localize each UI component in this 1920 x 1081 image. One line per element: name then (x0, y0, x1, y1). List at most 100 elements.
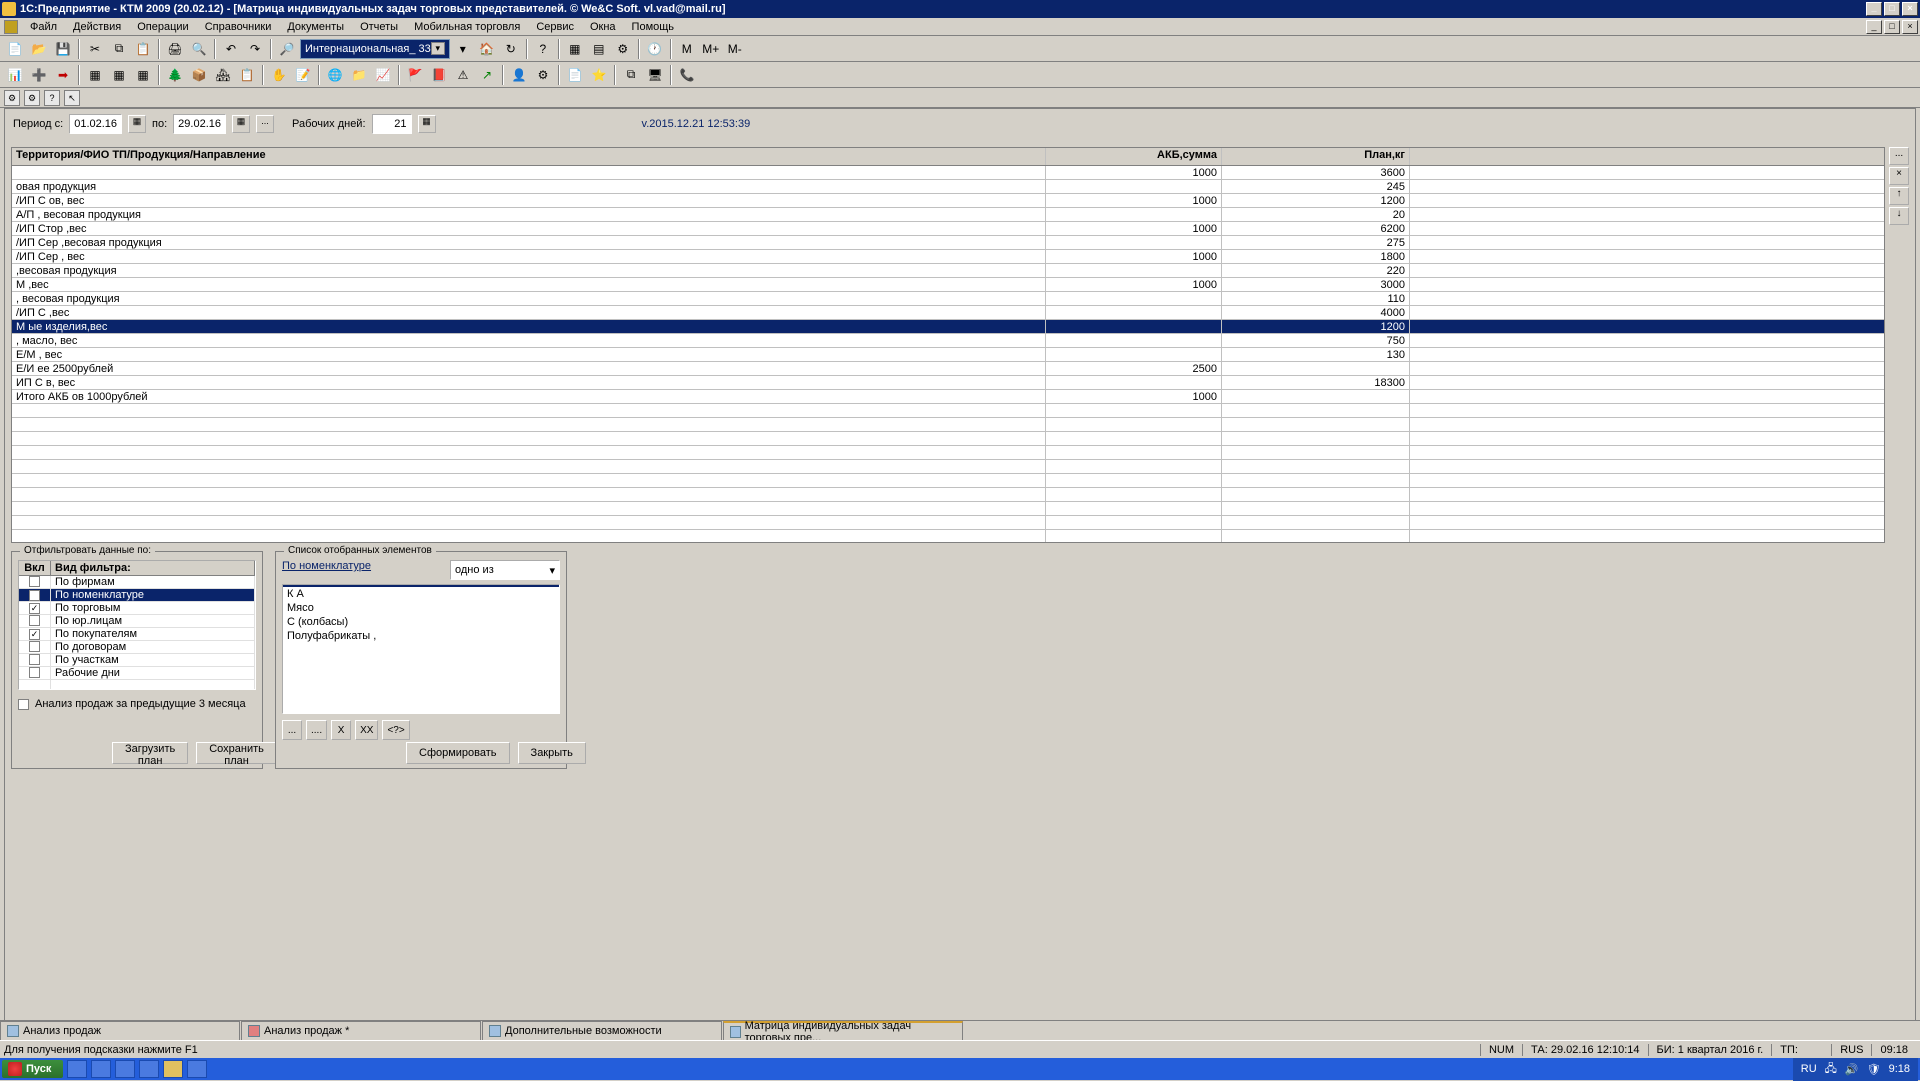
filter-row[interactable]: Рабочие дни (19, 667, 255, 680)
filter-row[interactable]: По юр.лицам (19, 615, 255, 628)
gear2-icon[interactable]: ⚙ (532, 64, 554, 86)
settings-icon[interactable]: ⚙ (612, 38, 634, 60)
report3-icon[interactable]: ➡ (52, 64, 74, 86)
m-button[interactable]: M (676, 38, 698, 60)
new-icon[interactable]: 📄 (4, 38, 26, 60)
user-icon[interactable]: 👤 (508, 64, 530, 86)
note-icon[interactable]: 📝 (292, 64, 314, 86)
doc-tab[interactable]: Матрица индивидуальных задач торговых пр… (723, 1021, 963, 1040)
side-btn-down[interactable]: ↓ (1889, 207, 1909, 225)
undo-icon[interactable]: ↶ (220, 38, 242, 60)
period-from-calendar-icon[interactable]: ▦ (128, 115, 146, 133)
copy2-icon[interactable]: ⧉ (620, 64, 642, 86)
folder-icon[interactable]: 📁 (348, 64, 370, 86)
grid-col-plan[interactable]: План,кг (1222, 148, 1410, 165)
table-row[interactable] (12, 516, 1884, 530)
maximize-button[interactable]: □ (1884, 2, 1900, 16)
list-item[interactable]: К А (283, 587, 559, 601)
table-row[interactable] (12, 418, 1884, 432)
save-plan-button[interactable]: Сохранить план (196, 742, 277, 764)
side-btn-close[interactable]: × (1889, 167, 1909, 185)
fbtn-delall[interactable]: XX (355, 720, 378, 740)
table-row[interactable] (12, 460, 1884, 474)
ql-6-icon[interactable] (187, 1060, 207, 1078)
tray-net-icon[interactable]: 🖧 (1825, 1060, 1837, 1079)
star-icon[interactable]: ⭐ (588, 64, 610, 86)
list-item[interactable]: Полуфабрикаты , (283, 629, 559, 643)
tray-vol-icon[interactable]: 🔊 (1845, 1063, 1859, 1076)
mdi-minimize-button[interactable]: _ (1866, 20, 1882, 34)
screen-icon[interactable]: 🖥 (644, 64, 666, 86)
menu-service[interactable]: Сервис (528, 19, 582, 35)
table-row[interactable]: М ,вес10003000 (12, 278, 1884, 292)
doc-tab[interactable]: Дополнительные возможности (482, 1021, 722, 1040)
report2-icon[interactable]: ➕ (28, 64, 50, 86)
preview-icon[interactable]: 🔍 (188, 38, 210, 60)
doc2-icon[interactable]: 📄 (564, 64, 586, 86)
arrow-icon[interactable]: ↗ (476, 64, 498, 86)
help-icon[interactable]: ? (532, 38, 554, 60)
ql-1-icon[interactable] (67, 1060, 87, 1078)
table-row[interactable]: ,весовая продукция220 (12, 264, 1884, 278)
table-row[interactable]: А/П , весовая продукция20 (12, 208, 1884, 222)
hand-icon[interactable]: ✋ (268, 64, 290, 86)
list-item[interactable]: С (колбасы) (283, 615, 559, 629)
paste-icon[interactable]: 📋 (132, 38, 154, 60)
mplus-button[interactable]: M+ (700, 38, 722, 60)
table-row[interactable] (12, 488, 1884, 502)
box-icon[interactable]: 📦 (188, 64, 210, 86)
minimize-button[interactable]: _ (1866, 2, 1882, 16)
table-row[interactable]: Е/И ее 2500рублей2500 (12, 362, 1884, 376)
table-row[interactable] (12, 502, 1884, 516)
workdays-input[interactable]: 21 (372, 114, 412, 134)
ql-3-icon[interactable] (115, 1060, 135, 1078)
load-plan-button[interactable]: Загрузить план (112, 742, 188, 764)
tree-icon[interactable]: 🌲 (164, 64, 186, 86)
ql-2-icon[interactable] (91, 1060, 111, 1078)
chart-icon[interactable]: 📈 (372, 64, 394, 86)
table-row[interactable]: Итого АКБ ов 1000рублей1000 (12, 390, 1884, 404)
copy-icon[interactable]: ⧉ (108, 38, 130, 60)
filter-row[interactable]: По договорам (19, 641, 255, 654)
ql-4-icon[interactable] (139, 1060, 159, 1078)
filter-row[interactable]: ✓По покупателям (19, 628, 255, 641)
menu-help[interactable]: Помощь (624, 19, 683, 35)
redo-icon[interactable]: ↷ (244, 38, 266, 60)
ql-5-icon[interactable] (163, 1060, 183, 1078)
workdays-calendar-icon[interactable]: ▦ (418, 115, 436, 133)
save-icon[interactable]: 💾 (52, 38, 74, 60)
form-button[interactable]: Сформировать (406, 742, 510, 764)
grid2-icon[interactable]: ▦ (108, 64, 130, 86)
territory-combo[interactable]: Интернациональная_ 33▾ (300, 39, 450, 59)
fbtn-add[interactable]: ... (282, 720, 302, 740)
grid3-icon[interactable]: ▦ (132, 64, 154, 86)
calendar-icon[interactable]: ▤ (588, 38, 610, 60)
close-form-button[interactable]: Закрыть (518, 742, 586, 764)
filter-row[interactable]: По участкам (19, 654, 255, 667)
fbtn-add2[interactable]: .... (306, 720, 327, 740)
mdi-maximize-button[interactable]: □ (1884, 20, 1900, 34)
filter-row[interactable] (19, 680, 255, 690)
tray-clock[interactable]: 9:18 (1889, 1063, 1910, 1075)
report1-icon[interactable]: 📊 (4, 64, 26, 86)
menu-spravochniki[interactable]: Справочники (197, 19, 280, 35)
table-row[interactable]: /ИП С ов, вес10001200 (12, 194, 1884, 208)
table-row[interactable]: , весовая продукция110 (12, 292, 1884, 306)
table-row[interactable]: , масло, вес750 (12, 334, 1884, 348)
menu-reports[interactable]: Отчеты (352, 19, 406, 35)
table-row[interactable] (12, 446, 1884, 460)
print-icon[interactable]: 🖨 (164, 38, 186, 60)
table-row[interactable]: ИП С в, вес18300 (12, 376, 1884, 390)
table-row[interactable] (12, 474, 1884, 488)
tray-lang[interactable]: RU (1801, 1063, 1817, 1075)
table-row[interactable] (12, 530, 1884, 542)
tray-shield-icon[interactable]: 🛡 (1867, 1063, 1881, 1076)
filter-row[interactable]: По фирмам (19, 576, 255, 589)
find-icon[interactable]: 🔎 (276, 38, 298, 60)
start-button[interactable]: Пуск (2, 1060, 63, 1078)
clock-icon[interactable]: 🕐 (644, 38, 666, 60)
filter-items-list[interactable]: К АМясоС (колбасы)Полуфабрикаты , (282, 584, 560, 714)
home-icon[interactable]: 🏠 (476, 38, 498, 60)
menu-documents[interactable]: Документы (279, 19, 352, 35)
period-to-input[interactable]: 29.02.16 (173, 114, 226, 134)
